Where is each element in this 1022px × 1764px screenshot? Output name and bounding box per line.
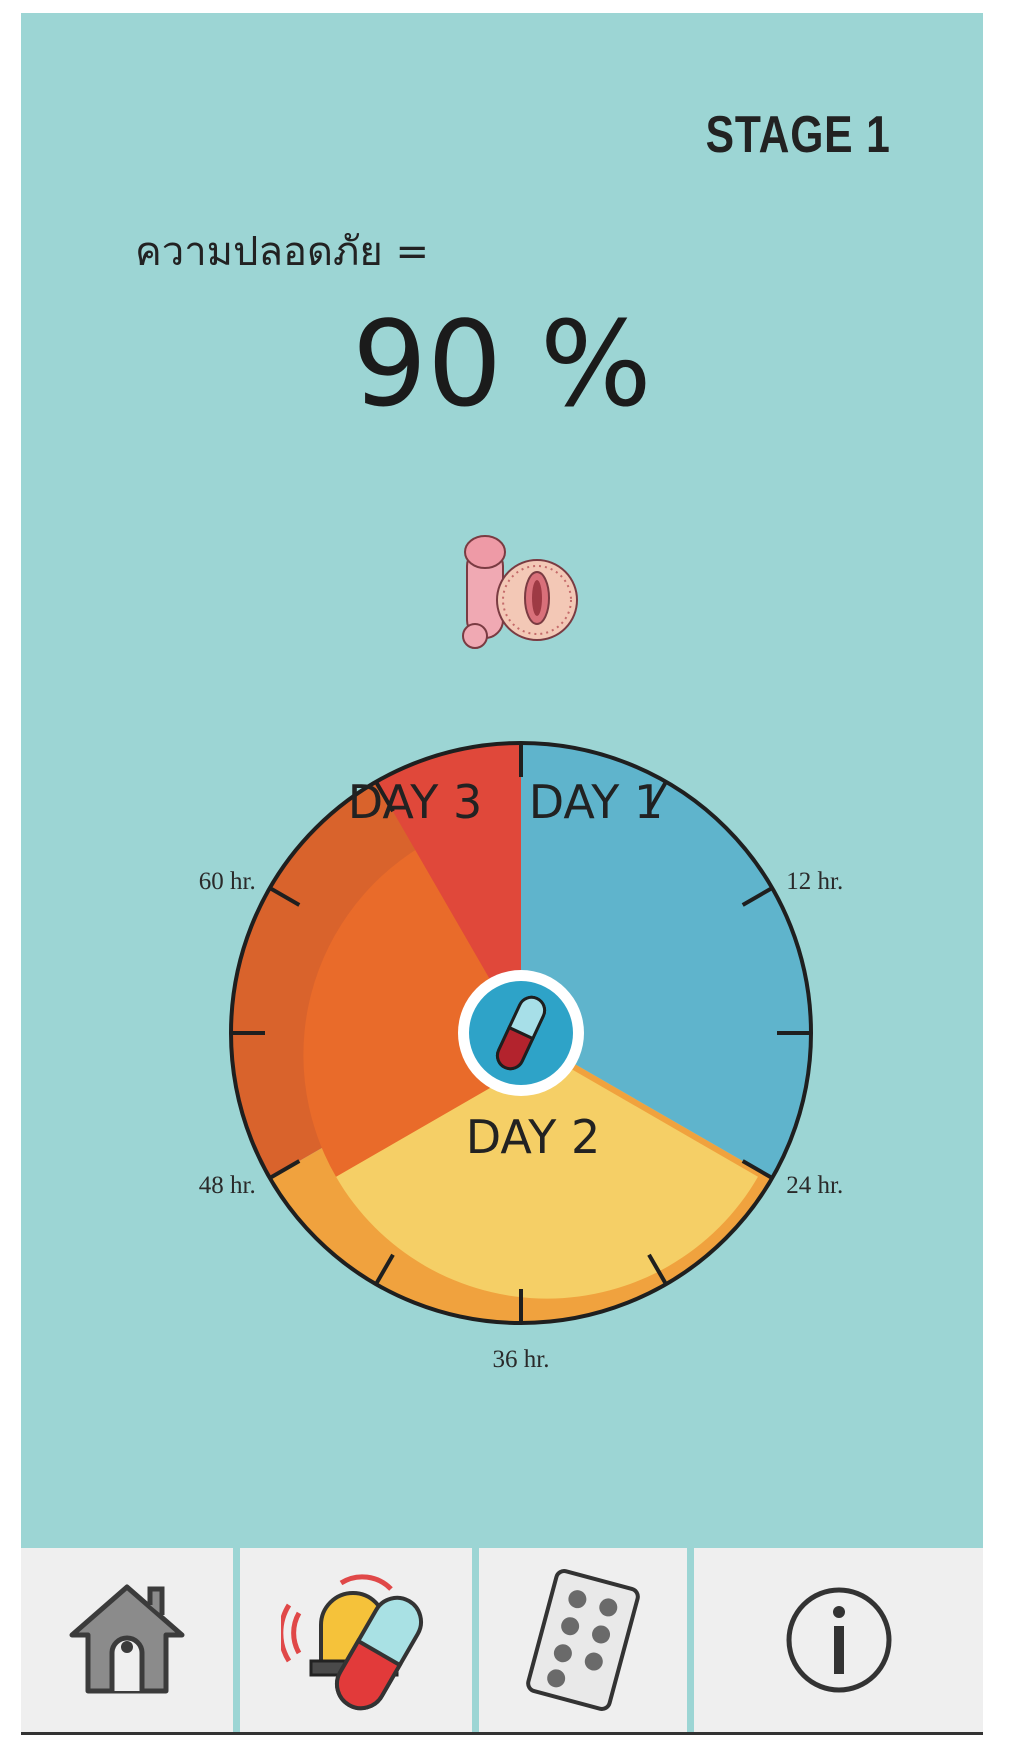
pill-alarm-icon	[281, 1574, 423, 1711]
nav-info-button[interactable]	[694, 1548, 983, 1732]
info-icon	[786, 1587, 891, 1693]
day-label-3: DAY 3	[348, 775, 483, 829]
safety-label: ความปลอดภัย =	[135, 229, 429, 275]
stage-label: STAGE 1	[705, 106, 891, 164]
timer-dial: 12 hr. 24 hr. 36 hr. 48 hr. 60 hr. DAY 1 DAY …	[199, 741, 843, 1373]
hour-label: 24 hr.	[786, 1172, 843, 1199]
nav-pill-pack-button[interactable]	[479, 1548, 687, 1732]
bottom-navigation	[21, 1548, 983, 1732]
nav-home-button[interactable]	[21, 1548, 233, 1732]
day-label-1: DAY 1	[529, 775, 664, 829]
pill-pack-icon	[526, 1569, 640, 1711]
vulva-icon	[496, 559, 578, 641]
hour-label: 12 hr.	[786, 868, 843, 895]
app-screen: STAGE 1 ความปลอดภัย = 90 % 12 hr. 24 hr. 3…	[21, 13, 983, 1548]
nav-alarm-button[interactable]	[240, 1548, 472, 1732]
home-icon	[69, 1584, 185, 1694]
day-label-2: DAY 2	[466, 1110, 601, 1164]
bottom-border	[21, 1732, 983, 1735]
hour-label: 36 hr.	[493, 1346, 550, 1373]
safety-percentage: 90 %	[352, 295, 652, 433]
hour-label: 60 hr.	[199, 868, 256, 895]
hour-label: 48 hr.	[199, 1172, 256, 1199]
genital-icon	[462, 535, 578, 649]
